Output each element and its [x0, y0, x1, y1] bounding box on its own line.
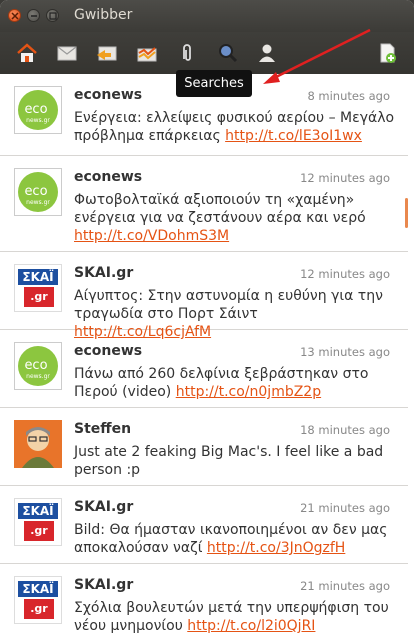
- sender-name[interactable]: econews: [74, 87, 142, 103]
- svg-text:news.gr: news.gr: [26, 373, 50, 380]
- replies-stream-button[interactable]: [94, 40, 120, 66]
- message-time: 18 minutes ago: [300, 423, 390, 437]
- private-stream-button[interactable]: [134, 40, 160, 66]
- message-row[interactable]: ΣΚΑΪ .gr SKAI.gr 12 minutes ago Αίγυπτος: Στ…: [0, 252, 408, 340]
- sender-name[interactable]: SKAI.gr: [74, 499, 133, 515]
- message-body: Bild: Θα ήμασταν ικανοποιημένοι αν δεν μ…: [74, 521, 396, 557]
- sender-name[interactable]: SKAI.gr: [74, 265, 133, 281]
- close-icon: [11, 12, 19, 20]
- econews-logo: econews.gr: [14, 168, 62, 216]
- window-title: Gwibber: [74, 7, 133, 23]
- attachment-icon: [183, 44, 191, 61]
- close-window-button[interactable]: [8, 9, 21, 22]
- avatar[interactable]: [14, 420, 62, 468]
- search-icon: [219, 44, 238, 63]
- message-link[interactable]: http://t.co/3JnOgzfH: [207, 540, 345, 556]
- econews-logo: econews.gr: [14, 342, 62, 390]
- skai-logo: ΣΚΑΪ .gr: [14, 576, 62, 624]
- new-stream-icon: [380, 43, 396, 63]
- message-row[interactable]: eco news.gr econews 13 minutes ago Πάνω από …: [0, 330, 408, 408]
- minimize-window-button[interactable]: [27, 9, 40, 22]
- message-body: Just ate 2 feaking Big Mac's. I feel lik…: [74, 443, 396, 479]
- message-link[interactable]: http://t.co/n0jmbZ2p: [176, 384, 321, 400]
- message-time: 12 minutes ago: [300, 267, 390, 281]
- sender-name[interactable]: econews: [74, 343, 142, 359]
- avatar[interactable]: ΣΚΑΪ .gr: [14, 264, 62, 312]
- skai-logo: ΣΚΑΪ .gr: [14, 498, 62, 546]
- home-icon: [17, 43, 37, 62]
- user-icon: [259, 44, 275, 62]
- skai-logo: ΣΚΑΪ .gr: [14, 264, 62, 312]
- message-text: Just ate 2 feaking Big Mac's. I feel lik…: [74, 444, 384, 478]
- mail-icon: [57, 46, 77, 61]
- replies-icon: [97, 46, 117, 61]
- message-link[interactable]: http://t.co/lE3oI1wx: [225, 128, 362, 144]
- maximize-icon: [49, 12, 57, 20]
- users-stream-button[interactable]: [254, 40, 280, 66]
- message-time: 13 minutes ago: [300, 345, 390, 359]
- sender-name[interactable]: Steffen: [74, 421, 131, 437]
- avatar[interactable]: ΣΚΑΪ .gr: [14, 576, 62, 624]
- title-bar: Gwibber: [0, 0, 414, 32]
- message-stream[interactable]: eco news.gr econews 8 minutes ago Ενέργεια: …: [0, 74, 414, 641]
- message-link[interactable]: http://t.co/l2i0QjRI: [187, 618, 315, 634]
- message-time: 12 minutes ago: [300, 171, 390, 185]
- message-row[interactable]: eco news.gr econews 12 minutes ago Φωτοβολτα…: [0, 156, 408, 252]
- message-text: Αίγυπτος: Στην αστυνομία η ευθύνη για τη…: [74, 288, 383, 322]
- avatar[interactable]: ΣΚΑΪ .gr: [14, 498, 62, 546]
- svg-text:eco: eco: [24, 184, 47, 199]
- stream-toolbar: [0, 32, 414, 74]
- message-body: Πάνω από 260 δελφίνια ξεβράστηκαν στο Πε…: [74, 365, 396, 401]
- svg-text:news.gr: news.gr: [26, 199, 50, 206]
- econews-logo: econews.gr: [14, 86, 62, 134]
- messages-stream-button[interactable]: [54, 40, 80, 66]
- private-messages-icon: [137, 47, 157, 62]
- message-time: 8 minutes ago: [307, 89, 390, 103]
- avatar[interactable]: eco news.gr: [14, 342, 62, 390]
- avatar[interactable]: eco news.gr: [14, 86, 62, 134]
- maximize-window-button[interactable]: [46, 9, 59, 22]
- searches-stream-button[interactable]: [214, 40, 240, 66]
- message-row[interactable]: ΣΚΑΪ .gr SKAI.gr 21 minutes ago Σχόλια βουλε…: [0, 564, 408, 641]
- steffen-avatar-image: [14, 420, 62, 468]
- message-time: 21 minutes ago: [300, 579, 390, 593]
- message-body: Ενέργεια: ελλείψεις φυσικού αερίου – Μεγ…: [74, 109, 396, 145]
- gwibber-window: Gwibber eco news.gr econews 8 minutes ago Εν…: [0, 0, 414, 641]
- svg-text:eco: eco: [24, 358, 47, 373]
- message-time: 21 minutes ago: [300, 501, 390, 515]
- add-stream-button[interactable]: [374, 40, 400, 66]
- message-text: Φωτοβολταϊκά αξιοποιούν τη «χαμένη» ενέρ…: [74, 192, 366, 226]
- message-link[interactable]: http://t.co/VDohmS3M: [74, 228, 229, 244]
- avatar[interactable]: eco news.gr: [14, 168, 62, 216]
- message-row[interactable]: ΣΚΑΪ .gr SKAI.gr 21 minutes ago Bild: Θα ήμα…: [0, 486, 408, 564]
- svg-text:eco: eco: [24, 102, 47, 117]
- message-body: Φωτοβολταϊκά αξιοποιούν τη «χαμένη» ενέρ…: [74, 191, 396, 245]
- minimize-icon: [31, 15, 37, 17]
- searches-tooltip: Searches: [176, 70, 252, 97]
- attachments-stream-button[interactable]: [174, 40, 200, 66]
- sender-name[interactable]: econews: [74, 169, 142, 185]
- message-row[interactable]: Steffen 18 minutes ago Just ate 2 feaking …: [0, 408, 408, 486]
- sender-name[interactable]: SKAI.gr: [74, 577, 133, 593]
- svg-text:news.gr: news.gr: [26, 117, 50, 124]
- message-body: Σχόλια βουλευτών μετά την υπερψήφιση του…: [74, 599, 396, 635]
- home-stream-button[interactable]: [14, 40, 40, 66]
